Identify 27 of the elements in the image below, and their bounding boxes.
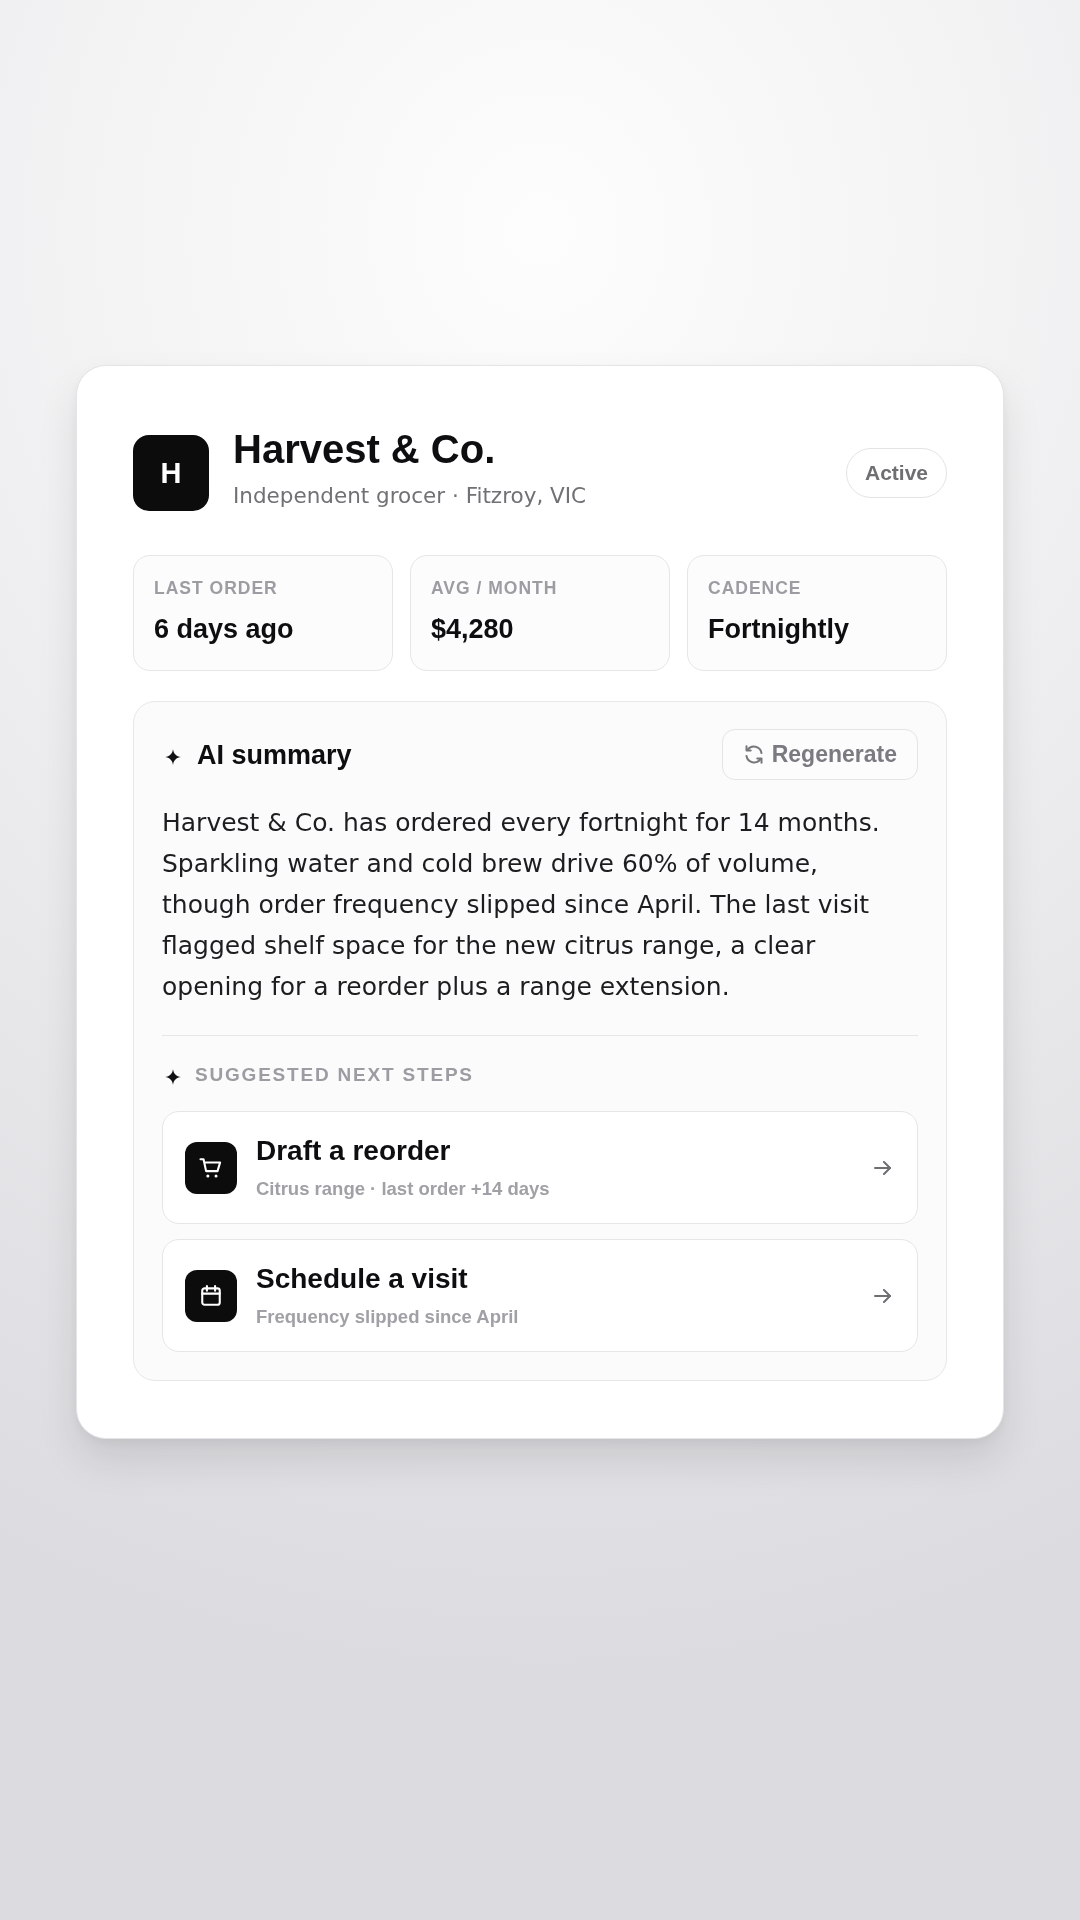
next-step-card[interactable]: Schedule a visit Frequency slipped since April [162,1239,918,1352]
regenerate-button[interactable]: Regenerate [721,729,918,780]
cart-icon [185,1141,237,1194]
arrow-icon [874,1288,891,1303]
next-steps-heading: SUGGESTED NEXT STEPS [195,1064,474,1086]
stat-label: LAST ORDER [154,578,278,598]
account-subtitle: Independent grocer · Fitzroy, VIC [233,482,587,510]
account-name: Harvest & Co. [233,426,496,472]
stat-label: AVG / MONTH [431,578,558,598]
summary-title: AI summary [197,738,352,771]
arrow-icon [874,1160,891,1175]
sparkle-icon [165,748,181,765]
step-title: Schedule a visit [256,1262,468,1295]
account-logo: H [133,435,209,511]
stat-value: $4,280 [431,613,514,645]
calendar-icon [185,1269,237,1322]
step-detail: Citrus range · last order +14 days [256,1176,550,1201]
sparkle-icon [165,1068,181,1085]
next-step-card[interactable]: Draft a reorder Citrus range · last order +14 days [162,1111,918,1224]
step-title: Draft a reorder [256,1134,451,1167]
step-detail: Frequency slipped since April [256,1304,519,1329]
refresh-icon [744,745,763,764]
stat-value: 6 days ago [154,613,294,645]
stat-value: Fortnightly [708,613,849,645]
stat-label: CADENCE [708,578,802,598]
summary-text: Harvest & Co. has ordered every fortnight for 14 months. Sparkling water and cold brew drive 60% of volume, though order frequency slipped since April. The last visit flagged shelf space for the new citrus range, a clear opening for a reorder plus a range extension. [162,807,881,1003]
status-badge: Active [845,448,947,498]
